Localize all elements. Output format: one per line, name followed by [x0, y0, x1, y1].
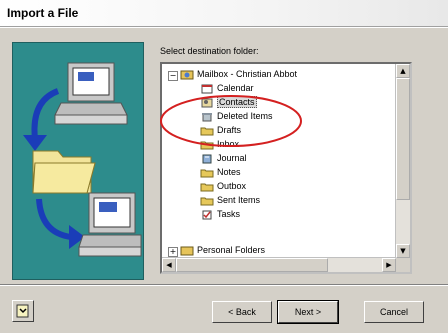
tree-item-outbox[interactable]: Outbox [200, 179, 246, 193]
tree-item-label: Drafts [217, 125, 242, 135]
tree-item-calendar[interactable]: Calendar [200, 81, 254, 95]
tree-root-label: Mailbox - Christian Abbot [197, 69, 298, 79]
scroll-right-button[interactable]: ▶ [382, 258, 396, 272]
help-button[interactable] [12, 300, 34, 322]
outbox-icon [200, 182, 214, 192]
tree-item-label: Deleted Items [217, 111, 273, 121]
tasks-icon [200, 210, 214, 220]
tree-item-label: Sent Items [217, 195, 261, 205]
button-divider-highlight [0, 285, 448, 286]
calendar-icon [200, 84, 214, 94]
tree-item-notes[interactable]: Notes [200, 165, 241, 179]
vertical-scroll-thumb[interactable] [396, 78, 410, 200]
window-title: Import a File [7, 6, 79, 20]
tree-root-personal-folders[interactable]: Personal Folders [180, 243, 265, 257]
tree-item-label: Calendar [217, 83, 254, 93]
computer-icon-top [54, 62, 128, 125]
deleted-items-icon [200, 112, 214, 122]
horizontal-scrollbar[interactable]: ◀ ▶ [162, 257, 396, 272]
personal-folders-icon [180, 246, 194, 256]
contacts-icon [200, 98, 214, 108]
tree-root-mailbox[interactable]: Mailbox - Christian Abbot [180, 67, 297, 81]
tree-item-label: Inbox [217, 139, 240, 149]
destination-folder-label: Select destination folder: [160, 46, 259, 56]
tree-item-label: Journal [217, 153, 247, 163]
drafts-icon [200, 126, 214, 136]
tree-item-label: Notes [217, 167, 241, 177]
tree-item-label: Personal Folders [197, 245, 266, 255]
scroll-corner [396, 258, 410, 272]
journal-icon [200, 154, 214, 164]
computer-icon-bottom [78, 192, 142, 257]
tree-item-journal[interactable]: Journal [200, 151, 247, 165]
tree-item-inbox[interactable]: Inbox [200, 137, 239, 151]
mailbox-icon [180, 70, 194, 80]
tree-item-sent-items[interactable]: Sent Items [200, 193, 260, 207]
expand-toggle[interactable]: + [168, 247, 178, 257]
folder-tree[interactable]: − Mailbox - Christian Abbot Calendar Con… [160, 62, 412, 274]
title-bar: Import a File [0, 0, 448, 27]
back-button[interactable]: < Back [212, 301, 272, 323]
sent-items-icon [200, 196, 214, 206]
folder-icon [32, 150, 96, 194]
cancel-button[interactable]: Cancel [364, 301, 424, 323]
tree-item-label: Outbox [217, 181, 247, 191]
wizard-illustration [12, 42, 144, 280]
title-divider [0, 27, 448, 28]
tree-item-label: Contacts [217, 96, 257, 108]
help-icon [16, 304, 29, 318]
next-button[interactable]: Next > [277, 300, 339, 324]
arrow-icon-bottom [36, 198, 85, 249]
scroll-left-button[interactable]: ◀ [162, 258, 176, 272]
tree-item-tasks[interactable]: Tasks [200, 207, 240, 221]
vertical-scrollbar[interactable]: ▲ ▼ [395, 64, 410, 258]
tree-item-drafts[interactable]: Drafts [200, 123, 241, 137]
scroll-down-button[interactable]: ▼ [396, 244, 410, 258]
horizontal-scroll-thumb[interactable] [176, 258, 328, 272]
tree-item-label: Tasks [217, 209, 241, 219]
notes-icon [200, 168, 214, 178]
inbox-icon [200, 140, 214, 150]
scroll-up-button[interactable]: ▲ [396, 64, 410, 78]
arrow-icon-top [23, 88, 60, 151]
tree-item-contacts[interactable]: Contacts [200, 95, 257, 109]
collapse-toggle[interactable]: − [168, 71, 178, 81]
tree-item-deleted-items[interactable]: Deleted Items [200, 109, 273, 123]
